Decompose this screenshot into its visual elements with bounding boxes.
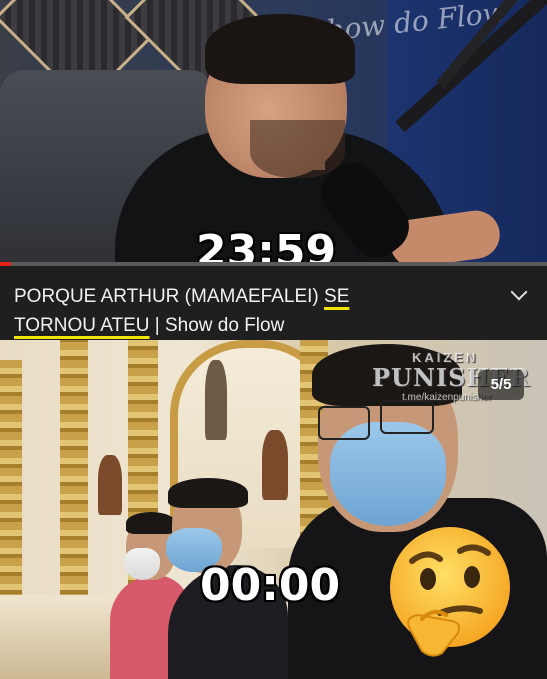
title-highlight-2: TORNOU ATEU (14, 315, 150, 336)
chevron-down-icon[interactable] (510, 283, 528, 301)
saint-statue (98, 455, 122, 515)
gold-column (60, 340, 88, 620)
saint-statue (262, 430, 288, 500)
video-title-bar[interactable]: PORQUE ARTHUR (MAMAEFALEI) SE TORNOU ATEU… (0, 262, 547, 340)
face-mask (124, 548, 160, 580)
title-part-2: | Show do Flow (149, 315, 285, 336)
gold-column (0, 360, 22, 620)
hair (126, 512, 176, 534)
title-highlight-1: SE (324, 286, 350, 307)
thinking-face-emoji (390, 527, 510, 657)
glasses-lens (318, 406, 370, 440)
video-progress-fill (0, 262, 11, 266)
video-progress-bar[interactable] (0, 262, 547, 266)
host-beard (250, 120, 345, 178)
title-part-1: PORQUE ARTHUR (MAMAEFALEI) (14, 286, 325, 307)
host-hair (205, 14, 355, 84)
top-video-frame: Show do Flow (0, 0, 547, 262)
saint-statue (205, 360, 227, 440)
slide-counter-badge: 5/5 (478, 370, 524, 400)
hair (168, 478, 248, 508)
timestamp-bottom: 00:00 (200, 560, 341, 611)
video-title[interactable]: PORQUE ARTHUR (MAMAEFALEI) SE TORNOU ATEU… (14, 282, 484, 340)
